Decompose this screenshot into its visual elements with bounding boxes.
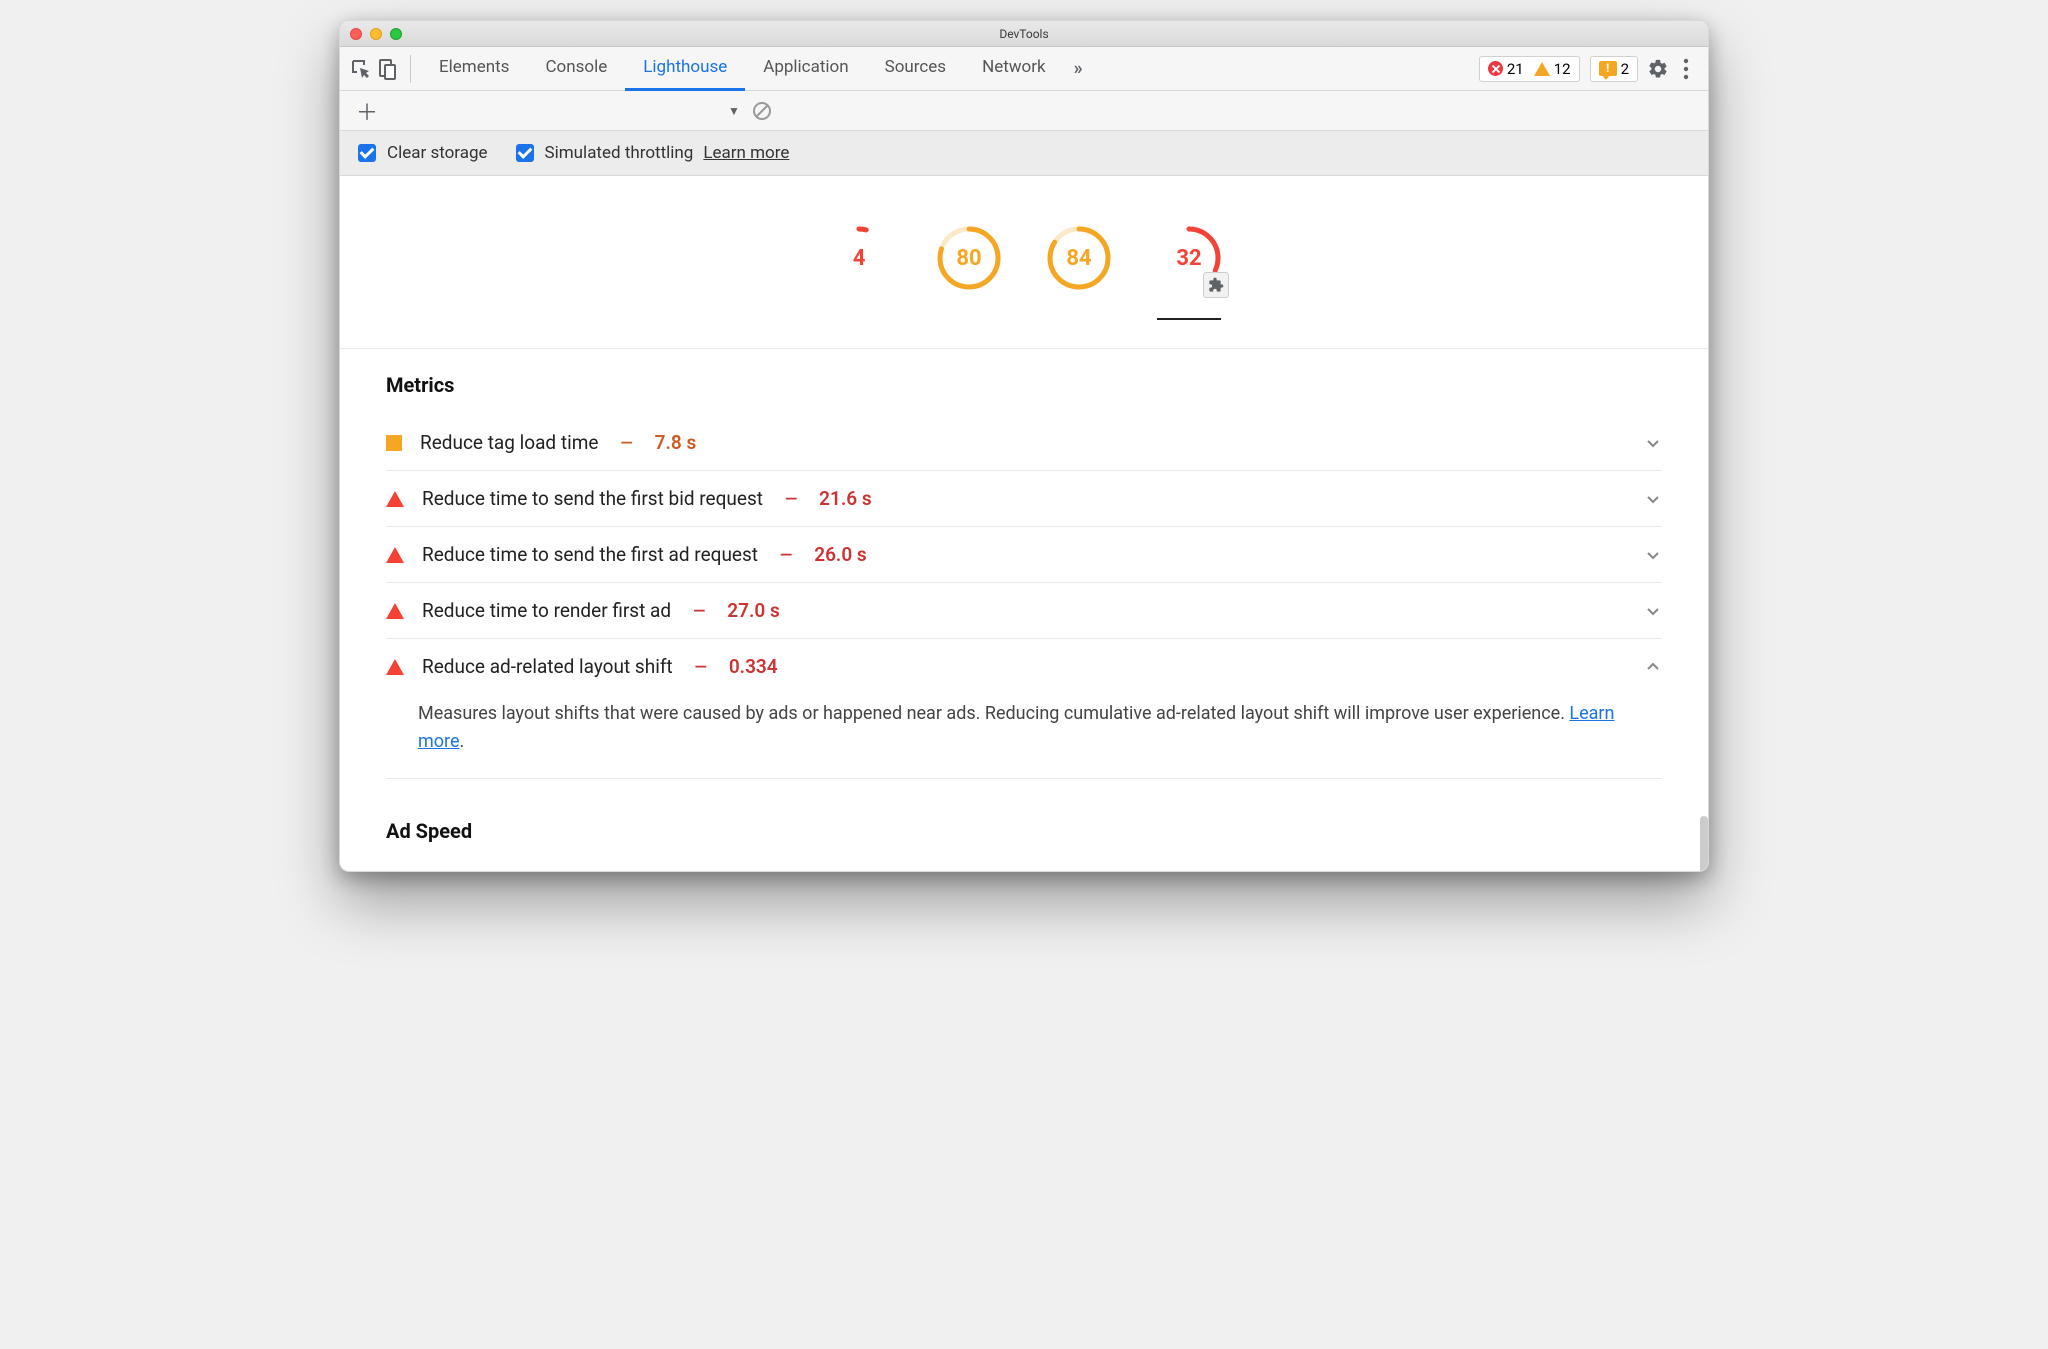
errors-warnings-badge[interactable]: 21 12: [1479, 56, 1580, 82]
warning-square-icon: [386, 435, 402, 451]
score-gauge-1[interactable]: 80: [937, 226, 1001, 290]
gauge-score: 4: [853, 246, 866, 271]
dash: —: [776, 545, 796, 564]
learn-more-link[interactable]: Learn more: [703, 143, 789, 163]
warning-icon: [1534, 62, 1550, 76]
new-report-icon[interactable]: ＋: [350, 95, 384, 127]
metrics-list: Reduce tag load time — 7.8 s Reduce time to…: [386, 415, 1662, 779]
errors-number: 21: [1507, 60, 1524, 78]
dash: —: [689, 601, 709, 620]
simulated-throttling-label: Simulated throttling: [545, 143, 694, 163]
chevron-down-icon[interactable]: [1644, 434, 1662, 452]
warnings-number: 12: [1554, 60, 1571, 78]
separator: [410, 55, 411, 83]
metric-value: 0.334: [729, 655, 778, 678]
simulated-throttling-option[interactable]: Simulated throttling: [512, 141, 694, 165]
metric-name: Reduce ad-related layout shift: [422, 655, 673, 678]
metric-row[interactable]: Reduce time to send the first ad request…: [386, 526, 1662, 582]
ad-speed-title: Ad Speed: [386, 819, 1662, 843]
feedback-number: 2: [1621, 60, 1629, 78]
metric-row[interactable]: Reduce time to render first ad — 27.0 s: [386, 582, 1662, 638]
clear-storage-option[interactable]: Clear storage: [354, 141, 488, 165]
device-toggle-icon[interactable]: [374, 56, 400, 82]
kebab-menu-icon[interactable]: [1672, 58, 1700, 80]
error-triangle-icon: [386, 491, 404, 507]
panel-tabs: Elements Console Lighthouse Application …: [421, 47, 1479, 91]
error-triangle-icon: [386, 659, 404, 675]
dash: —: [616, 433, 636, 452]
ad-speed-section: Ad Speed: [340, 789, 1708, 871]
error-triangle-icon: [386, 603, 404, 619]
tab-console[interactable]: Console: [527, 47, 625, 91]
window-title: DevTools: [340, 27, 1708, 41]
warnings-count: 12: [1534, 60, 1571, 78]
feedback-count: 2: [1599, 60, 1629, 78]
metric-row[interactable]: Reduce time to send the first bid reques…: [386, 470, 1662, 526]
gauge-score: 32: [1176, 246, 1201, 271]
metric-row[interactable]: Reduce ad-related layout shift — 0.334: [386, 638, 1662, 694]
clear-icon[interactable]: [752, 101, 772, 121]
issue-counters: 21 12 2: [1479, 56, 1638, 82]
simulated-throttling-checkbox[interactable]: [516, 144, 534, 162]
lighthouse-sub-toolbar: ＋ ▼: [340, 91, 1708, 131]
metrics-title: Metrics: [386, 373, 1662, 397]
tab-application[interactable]: Application: [745, 47, 866, 91]
errors-count: 21: [1488, 60, 1524, 78]
error-icon: [1488, 61, 1503, 76]
chevron-down-icon[interactable]: [1644, 490, 1662, 508]
gauge-score: 84: [1066, 246, 1091, 271]
titlebar: DevTools: [340, 21, 1708, 47]
metric-description: Measures layout shifts that were caused …: [386, 694, 1662, 779]
score-gauge-0[interactable]: 4: [827, 226, 891, 290]
gauge-score: 80: [956, 246, 981, 271]
metric-value: 26.0 s: [814, 543, 866, 566]
metric-name: Reduce time to send the first ad request: [422, 543, 758, 566]
score-gauge-2[interactable]: 84: [1047, 226, 1111, 290]
learn-more-link[interactable]: Learn more: [418, 703, 1614, 752]
options-bar: Clear storage Simulated throttling Learn…: [340, 131, 1708, 176]
scrollbar[interactable]: [1700, 816, 1708, 871]
metric-name: Reduce time to render first ad: [422, 599, 671, 622]
lighthouse-report: 4 80 84 32 Metrics Reduce tag load time — 7.8…: [340, 176, 1708, 871]
clear-storage-checkbox[interactable]: [358, 144, 376, 162]
settings-gear-icon[interactable]: [1644, 58, 1672, 80]
chevron-down-icon[interactable]: [1644, 602, 1662, 620]
feedback-icon: [1599, 61, 1617, 76]
report-dropdown-icon[interactable]: ▼: [728, 104, 740, 118]
dash: —: [691, 657, 711, 676]
error-triangle-icon: [386, 547, 404, 563]
main-toolbar: Elements Console Lighthouse Application …: [340, 47, 1708, 91]
metrics-section: Metrics Reduce tag load time—7.8 sReduce…: [340, 349, 1708, 789]
plugin-badge-icon: [1203, 272, 1229, 298]
score-gauges: 4 80 84 32: [340, 226, 1708, 349]
metric-name: Reduce tag load time: [420, 431, 598, 454]
tab-lighthouse[interactable]: Lighthouse: [625, 47, 745, 91]
metric-value: 7.8 s: [655, 431, 697, 454]
tab-sources[interactable]: Sources: [867, 47, 964, 91]
more-tabs-icon[interactable]: »: [1064, 58, 1093, 79]
metric-value: 27.0 s: [727, 599, 779, 622]
inspect-element-icon[interactable]: [348, 56, 374, 82]
feedback-badge[interactable]: 2: [1590, 56, 1638, 82]
tab-elements[interactable]: Elements: [421, 47, 527, 91]
plugin-gauge-wrap[interactable]: 32: [1157, 226, 1221, 320]
metric-value: 21.6 s: [819, 487, 871, 510]
tab-network[interactable]: Network: [964, 47, 1064, 91]
dash: —: [781, 489, 801, 508]
metric-row[interactable]: Reduce tag load time — 7.8 s: [386, 415, 1662, 470]
clear-storage-label: Clear storage: [387, 143, 488, 163]
chevron-up-icon[interactable]: [1644, 658, 1662, 676]
metric-name: Reduce time to send the first bid reques…: [422, 487, 763, 510]
chevron-down-icon[interactable]: [1644, 546, 1662, 564]
